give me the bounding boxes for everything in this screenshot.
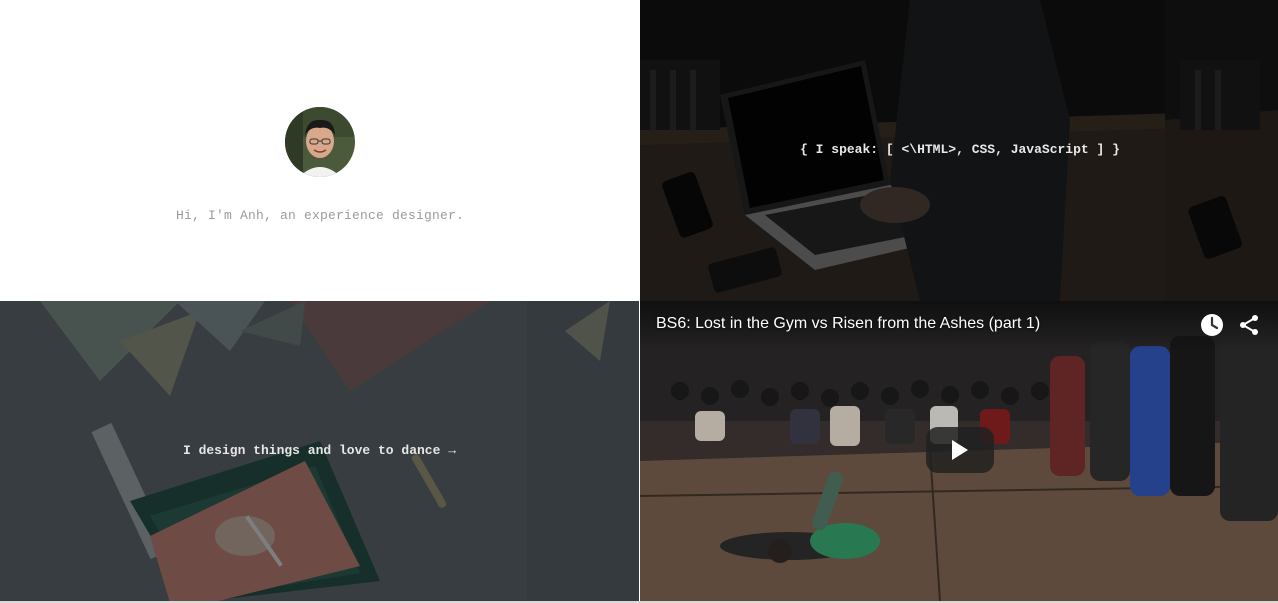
play-button[interactable] [926,427,994,473]
intro-tile: Hi, I'm Anh, an experience designer. [0,0,640,301]
design-tile[interactable]: I design things and love to dance → [0,301,639,603]
share-icon [1240,315,1258,335]
profile-photo-icon [285,107,355,177]
languages-text: { I speak: [ <\HTML>, CSS, JavaScript ] … [800,142,1120,157]
design-link[interactable]: I design things and love to dance → [0,443,639,458]
avatar [285,107,355,177]
watch-later-button[interactable] [1200,313,1224,337]
share-button[interactable] [1237,313,1261,337]
clock-icon [1201,314,1223,336]
video-embed[interactable]: BS6: Lost in the Gym vs Risen from the A… [640,301,1278,601]
video-title-link[interactable]: BS6: Lost in the Gym vs Risen from the A… [656,315,1040,333]
portfolio-grid: Hi, I'm Anh, an experience designer. {I… [0,0,1278,603]
code-tile: { I speak: [ <\HTML>, CSS, JavaScript ] … [640,0,1278,301]
intro-text: Hi, I'm Anh, an experience designer. [175,208,465,223]
play-icon [952,440,968,460]
